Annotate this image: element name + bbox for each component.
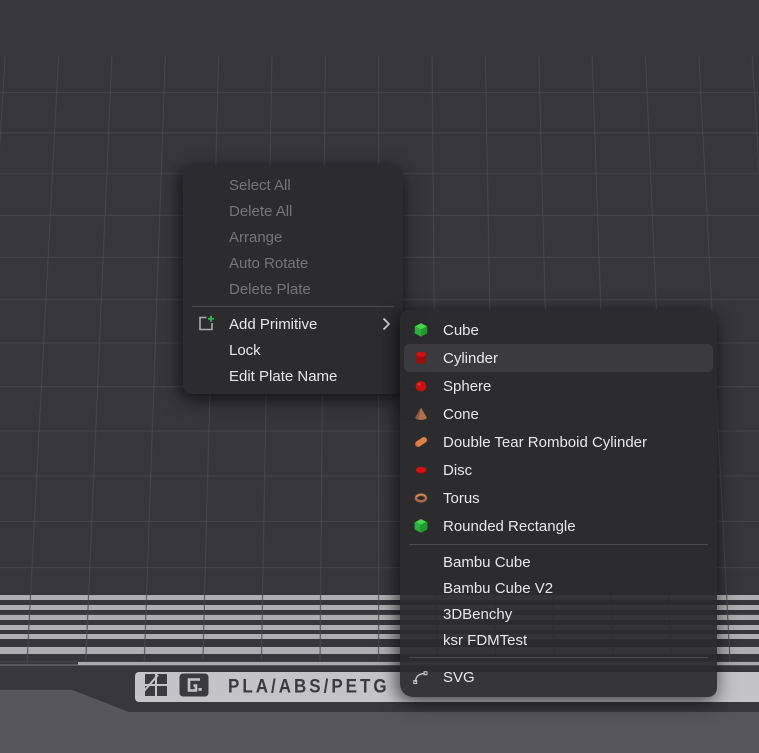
menu-separator (409, 657, 708, 658)
submenu-item-bambu-cube[interactable]: Bambu Cube (404, 549, 713, 575)
submenu-item-disc[interactable]: Disc (404, 456, 713, 484)
add-primitive-icon (196, 314, 216, 334)
submenu-item-bambu-cube-v2[interactable]: Bambu Cube V2 (404, 575, 713, 601)
menu-item-auto-rotate: Auto Rotate (187, 250, 399, 276)
menu-item-delete-plate: Delete Plate (187, 276, 399, 302)
cylinder-icon (412, 349, 430, 367)
menu-item-label: SVG (443, 669, 475, 686)
menu-item-edit-plate-name[interactable]: Edit Plate Name (187, 363, 399, 389)
menu-item-label: Auto Rotate (229, 255, 308, 272)
cube-icon (412, 321, 430, 339)
submenu-item-cylinder[interactable]: Cylinder (404, 344, 713, 372)
menu-item-label: Disc (443, 462, 472, 479)
menu-item-label: Add Primitive (229, 316, 317, 333)
menu-item-label: Bambu Cube (443, 554, 531, 571)
submenu-item-rounded-rectangle[interactable]: Rounded Rectangle (404, 512, 713, 540)
submenu-item-cone[interactable]: Cone (404, 400, 713, 428)
menu-item-label: Double Tear Romboid Cylinder (443, 434, 647, 451)
menu-item-label: Delete All (229, 203, 292, 220)
menu-item-select-all: Select All (187, 172, 399, 198)
menu-item-label: Edit Plate Name (229, 368, 337, 385)
torus-icon (412, 489, 430, 507)
menu-item-label: Rounded Rectangle (443, 518, 576, 535)
menu-item-label: Select All (229, 177, 291, 194)
submenu-item-3dbenchy[interactable]: 3DBenchy (404, 601, 713, 627)
sphere-icon (412, 377, 430, 395)
submenu-item-torus[interactable]: Torus (404, 484, 713, 512)
menu-item-label: Bambu Cube V2 (443, 580, 553, 597)
menu-item-label: ksr FDMTest (443, 632, 527, 649)
menu-item-label: Sphere (443, 378, 491, 395)
submenu-item-ksr-fdmtest[interactable]: ksr FDMTest (404, 627, 713, 653)
menu-item-label: Cylinder (443, 350, 498, 367)
add-primitive-submenu: Cube Cylinder Sphere (400, 310, 717, 697)
menu-item-label: 3DBenchy (443, 606, 512, 623)
menu-item-label: Lock (229, 342, 261, 359)
menu-item-delete-all: Delete All (187, 198, 399, 224)
rounded-rectangle-icon (412, 517, 430, 535)
menu-item-add-primitive[interactable]: Add Primitive (187, 311, 399, 337)
menu-item-label: Cube (443, 322, 479, 339)
plate-material-label: PLA/ABS/PETG (228, 676, 390, 698)
disc-icon (412, 461, 430, 479)
cone-icon (412, 405, 430, 423)
menu-item-label: Delete Plate (229, 281, 311, 298)
double-tear-romboid-cylinder-icon (412, 433, 430, 451)
submenu-item-cube[interactable]: Cube (404, 316, 713, 344)
menu-item-label: Cone (443, 406, 479, 423)
submenu-item-svg[interactable]: SVG (404, 662, 713, 692)
bambu-logo-icon (144, 673, 170, 702)
menu-item-label: Arrange (229, 229, 282, 246)
menu-separator (409, 544, 708, 545)
svg-bezier-icon (412, 668, 430, 686)
plate-context-menu: Select All Delete All Arrange Auto Rotat… (183, 166, 403, 394)
submenu-item-double-tear-romboid-cylinder[interactable]: Double Tear Romboid Cylinder (404, 428, 713, 456)
submenu-chevron-icon (382, 317, 391, 331)
menu-item-lock[interactable]: Lock (187, 337, 399, 363)
plate-type-logo-icon (179, 673, 209, 702)
menu-item-label: Torus (443, 490, 480, 507)
menu-separator (192, 306, 394, 307)
menu-item-arrange: Arrange (187, 224, 399, 250)
viewport-3d[interactable]: PLA/ABS/PETG HOT SU Select All Delete Al… (0, 0, 759, 753)
submenu-item-sphere[interactable]: Sphere (404, 372, 713, 400)
